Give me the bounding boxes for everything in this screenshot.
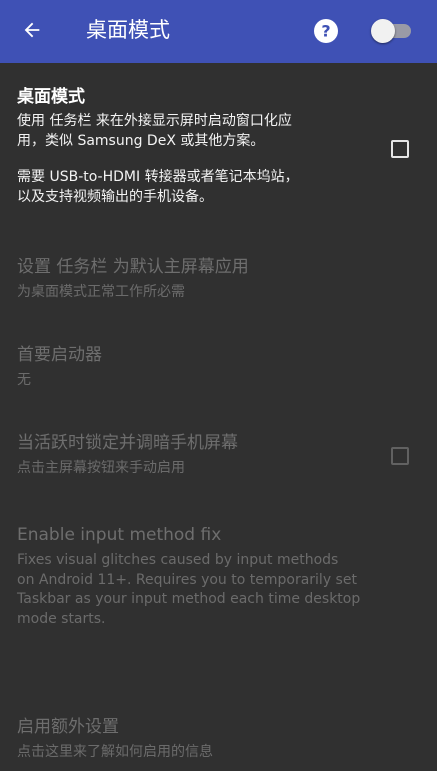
svg-text:?: ?	[321, 22, 330, 41]
setting-title: 桌面模式	[17, 87, 85, 107]
summary-line: mode starts.	[17, 610, 106, 627]
page-title: 桌面模式	[86, 18, 170, 42]
summary-line: 使用 任务栏 来在外接显示屏时启动窗口化应	[17, 113, 292, 129]
setting-title: 当活跃时锁定并调暗手机屏幕	[17, 433, 238, 453]
arrow-back-icon	[24, 22, 40, 38]
setting-lock-dim-screen[interactable]: 当活跃时锁定并调暗手机屏幕 点击主屏幕按钮来手动启用	[17, 432, 357, 479]
summary-line: 用，类似 Samsung DeX 或其他方案。	[17, 132, 265, 149]
setting-title: 设置 任务栏 为默认主屏幕应用	[17, 257, 249, 277]
summary-line: 需要 USB-to-HDMI 转接器或者笔记本坞站，	[17, 169, 299, 185]
desktop-mode-checkbox[interactable]	[391, 140, 409, 158]
setting-summary: 无	[17, 372, 31, 388]
summary-line: 以及支持视频输出的手机设备。	[17, 188, 213, 205]
app-bar: 桌面模式 ?	[0, 0, 437, 63]
help-icon: ?	[314, 19, 338, 43]
lock-dim-screen-checkbox[interactable]	[391, 447, 409, 465]
setting-title: 启用额外设置	[17, 717, 119, 737]
setting-summary: 使用 任务栏 来在外接显示屏时启动窗口化应 用，类似 Samsung DeX 或…	[17, 112, 357, 207]
setting-summary: 点击这里来了解如何启用的信息	[17, 744, 213, 760]
help-button[interactable]: ?	[313, 18, 339, 44]
summary-line: Fixes visual glitches caused by input me…	[17, 552, 339, 568]
setting-desktop-mode[interactable]: 桌面模式 使用 任务栏 来在外接显示屏时启动窗口化应 用，类似 Samsung …	[17, 86, 357, 207]
setting-title: Enable input method fix	[17, 525, 222, 545]
setting-set-default-home[interactable]: 设置 任务栏 为默认主屏幕应用 为桌面模式正常工作所必需	[17, 256, 357, 303]
setting-summary: Fixes visual glitches caused by input me…	[17, 551, 417, 629]
setting-summary: 点击主屏幕按钮来手动启用	[17, 460, 185, 476]
setting-extra-settings[interactable]: 启用额外设置 点击这里来了解如何启用的信息	[17, 716, 357, 763]
setting-title: 首要启动器	[17, 345, 102, 365]
switch-thumb	[371, 19, 395, 43]
setting-primary-launcher[interactable]: 首要启动器 无	[17, 344, 357, 391]
summary-line: on Android 11+. Requires you to temporar…	[17, 571, 357, 588]
setting-input-method-fix[interactable]: Enable input method fix Fixes visual gli…	[17, 524, 417, 629]
back-button[interactable]	[14, 12, 50, 48]
desktop-mode-switch[interactable]	[371, 17, 415, 45]
setting-summary: 为桌面模式正常工作所必需	[17, 284, 185, 300]
summary-line: Taskbar as your input method each time d…	[17, 591, 361, 607]
